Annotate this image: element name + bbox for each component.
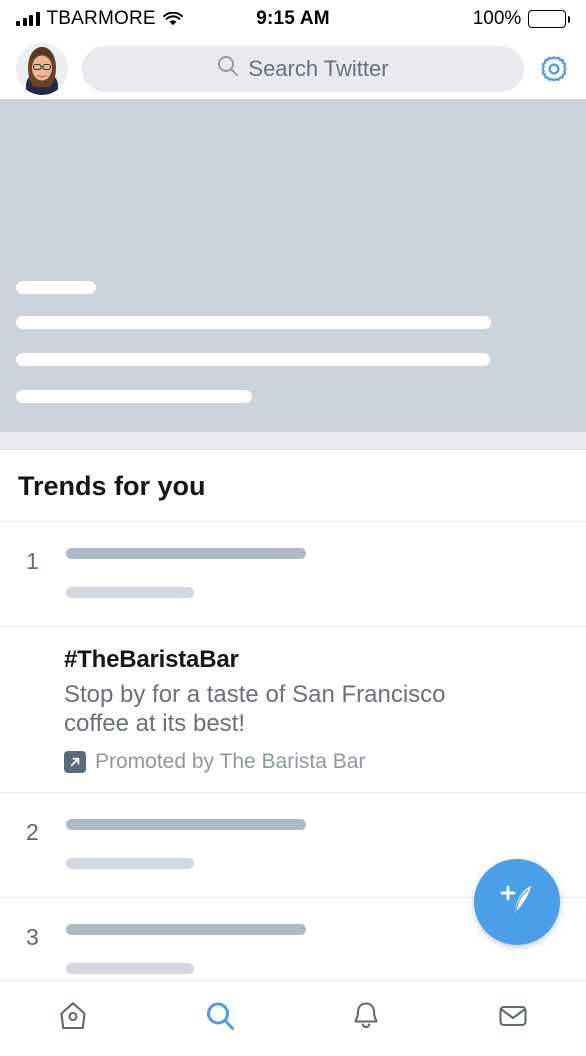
skeleton-bar	[16, 281, 96, 294]
compose-tweet-button[interactable]	[474, 859, 560, 945]
arrow-up-right-icon	[64, 750, 86, 773]
skeleton-bar	[16, 316, 491, 329]
skeleton-bar	[16, 353, 490, 366]
skeleton-bar	[66, 857, 194, 869]
loading-placeholder-hero	[0, 99, 586, 432]
skeleton-bar	[66, 962, 194, 974]
promoted-hashtag: #TheBaristaBar	[64, 646, 239, 673]
nav-item-home[interactable]	[0, 981, 147, 1056]
trend-rank: 3	[26, 923, 39, 950]
wifi-icon	[162, 11, 183, 27]
bell-icon	[349, 999, 383, 1038]
cellular-signal-icon	[16, 12, 40, 26]
home-icon	[56, 999, 90, 1038]
promoted-by-label: Promoted by The Barista Bar	[95, 749, 366, 773]
status-bar-left: TBARMORE	[16, 8, 183, 30]
nav-item-messages[interactable]	[440, 981, 586, 1056]
skeleton-bar	[66, 923, 306, 935]
section-separator	[0, 432, 586, 450]
search-placeholder: Search Twitter	[248, 55, 389, 81]
battery-percent-label: 100%	[472, 8, 522, 29]
feather-plus-icon	[494, 877, 540, 928]
trend-row[interactable]: 1	[0, 522, 586, 626]
search-icon	[217, 55, 239, 82]
promoted-description: Stop by for a taste of San Francisco cof…	[64, 681, 446, 737]
search-icon	[203, 999, 237, 1038]
status-bar: TBARMORE 9:15 AM 100%	[0, 0, 586, 38]
skeleton-bar	[16, 390, 252, 403]
page-title: Trends for you	[18, 471, 206, 501]
status-bar-right: 100%	[473, 8, 570, 30]
skeleton-bar	[66, 818, 306, 830]
promoted-trend-card[interactable]: #TheBaristaBar Stop by for a taste of Sa…	[0, 627, 586, 792]
nav-item-search[interactable]	[147, 981, 294, 1056]
carrier-label: TBARMORE	[46, 8, 156, 29]
trend-rank: 2	[26, 818, 39, 845]
battery-full-icon	[528, 10, 570, 28]
bottom-navigation	[0, 980, 586, 1056]
gear-icon[interactable]	[538, 53, 570, 85]
envelope-icon	[496, 999, 530, 1038]
promoted-byline: Promoted by The Barista Bar	[64, 750, 568, 774]
trend-rank: 1	[26, 548, 39, 574]
search-header: Search Twitter	[0, 38, 586, 99]
skeleton-bar	[66, 587, 194, 598]
nav-item-notifications[interactable]	[293, 981, 440, 1056]
twitter-explore-screen: TBARMORE 9:15 AM 100% Search Twitter Tre…	[0, 0, 586, 1056]
skeleton-bar	[66, 548, 306, 559]
profile-avatar[interactable]	[16, 42, 68, 95]
search-input[interactable]: Search Twitter	[82, 45, 524, 92]
